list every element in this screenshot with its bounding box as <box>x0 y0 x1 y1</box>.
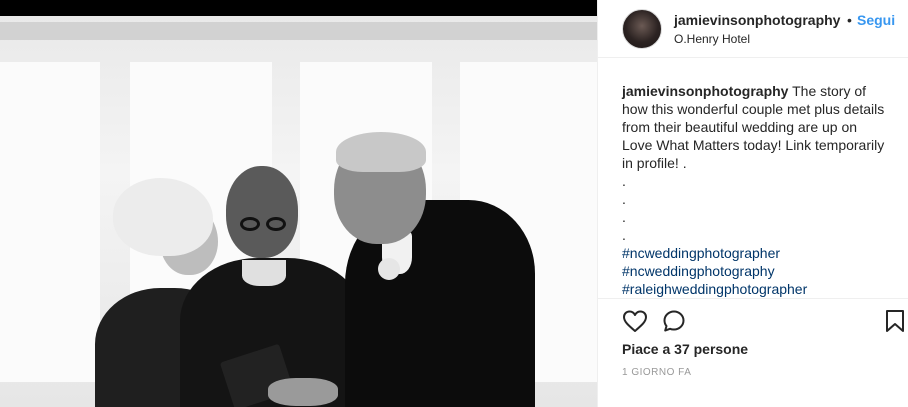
avatar[interactable] <box>622 9 662 49</box>
groom-hair <box>336 132 426 172</box>
boutonniere <box>378 258 400 280</box>
bride-hair <box>113 178 213 256</box>
caption-dot: . <box>622 209 626 225</box>
glasses-icon <box>240 217 292 233</box>
officiant-head <box>226 166 298 258</box>
caption-dot: . <box>622 227 626 243</box>
hashtag-link[interactable]: #ncweddingphotographer <box>622 244 890 262</box>
bookmark-icon[interactable] <box>884 309 906 333</box>
actions-divider <box>598 298 908 299</box>
caption-dot: . <box>622 191 626 207</box>
hashtag-link[interactable]: #ncweddingphotography <box>622 262 890 280</box>
follow-button[interactable]: Segui <box>857 12 895 28</box>
caption-username[interactable]: jamievinsonphotography <box>622 83 788 99</box>
separator-dot: • <box>847 12 852 28</box>
caption-dot: . <box>622 173 626 189</box>
hashtag-link[interactable]: #raleighweddingphotographer <box>622 280 890 298</box>
post-photo[interactable] <box>0 0 597 407</box>
joined-hands <box>268 378 338 406</box>
post-timestamp[interactable]: 1 GIORNO FA <box>622 367 691 378</box>
comment-icon[interactable] <box>662 309 686 333</box>
header-username[interactable]: jamievinsonphotography <box>674 12 840 28</box>
heart-icon[interactable] <box>622 309 648 333</box>
likes-count[interactable]: Piace a 37 persone <box>622 341 748 357</box>
window-pane <box>0 62 100 382</box>
post-sidebar: jamievinsonphotography • Segui O.Henry H… <box>597 0 908 407</box>
officiant-collar <box>242 260 286 286</box>
photo-top-edge <box>0 0 597 16</box>
location-link[interactable]: O.Henry Hotel <box>674 32 750 46</box>
post-header: jamievinsonphotography • Segui O.Henry H… <box>598 0 908 58</box>
window-frame <box>0 22 597 40</box>
post-caption: jamievinsonphotography The story of how … <box>622 82 890 298</box>
